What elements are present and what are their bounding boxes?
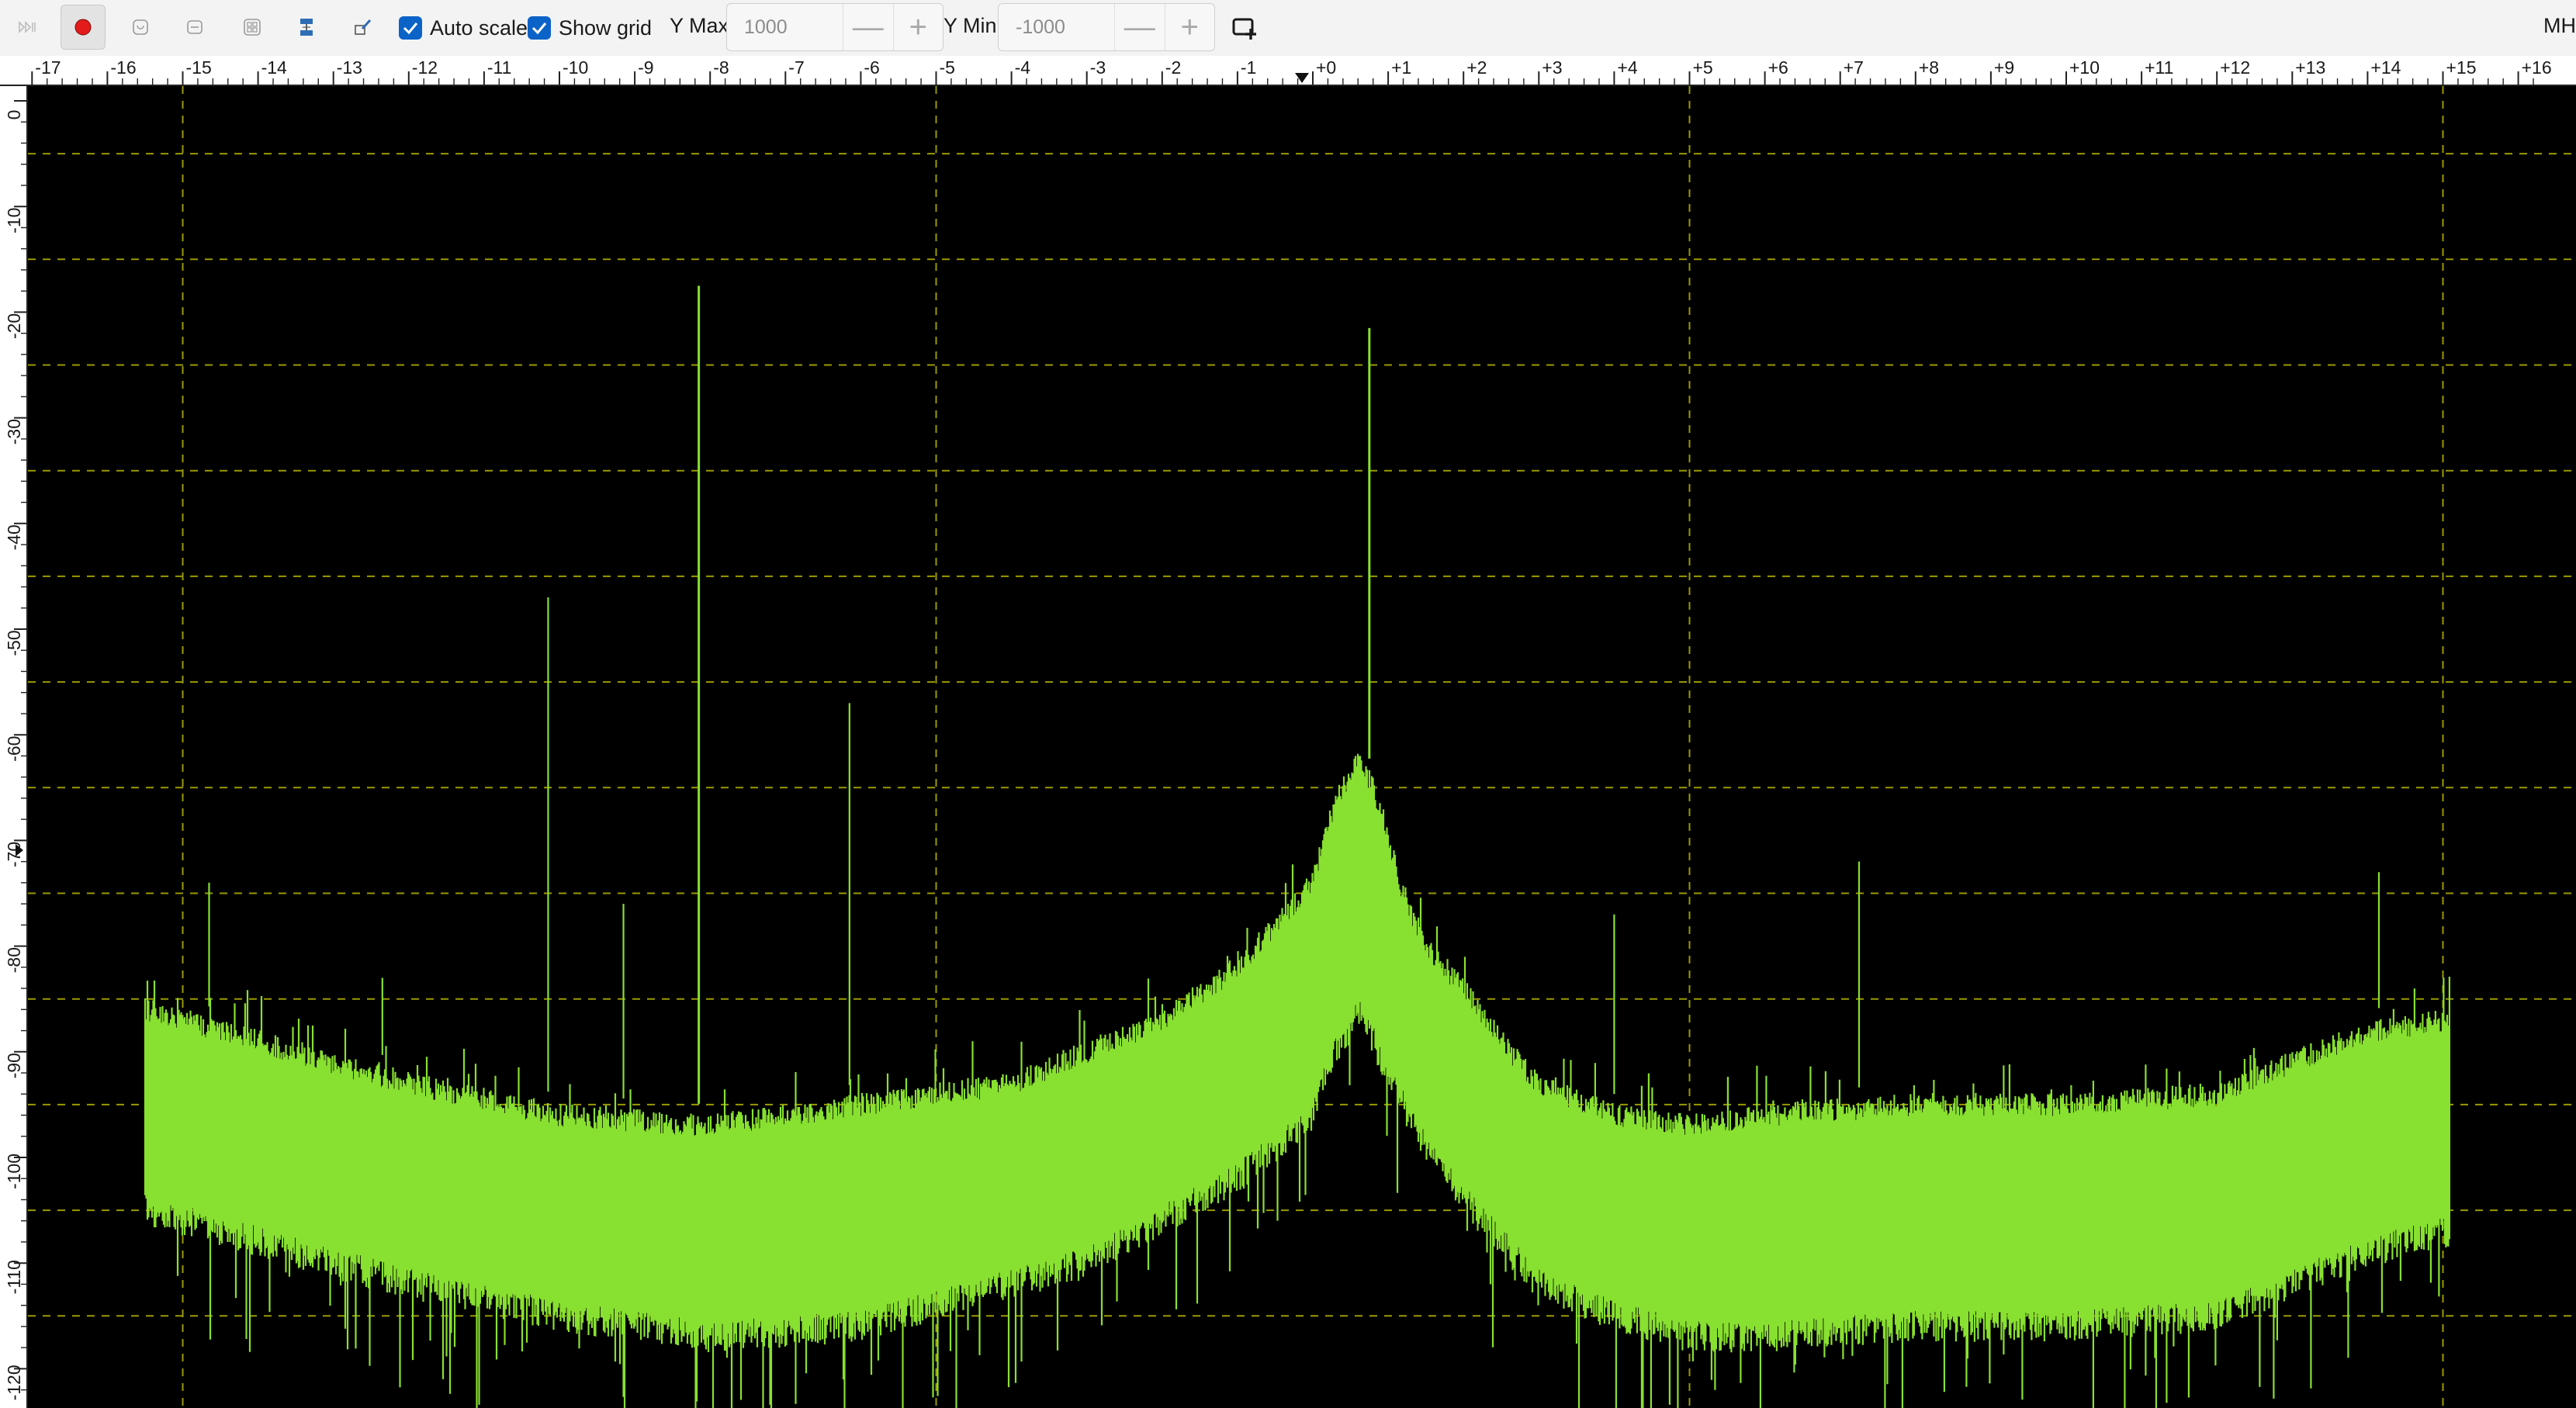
y-max-increment-button[interactable]: + bbox=[892, 4, 943, 50]
x-tick-label: -17 bbox=[35, 57, 61, 78]
x-tick-label: +8 bbox=[1919, 57, 1939, 78]
auto-scale-checkbox[interactable]: Auto scale bbox=[399, 14, 528, 42]
show-grid-label: Show grid bbox=[559, 16, 653, 40]
y-tick-label: -10 bbox=[4, 208, 24, 234]
spectrum-plot[interactable]: -17 -16 -15 -14 -13 -12 -11 -10 -9 -8 -7 -6 -5 -4 -3 -2… bbox=[0, 56, 2576, 1408]
x-tick-label: +1 bbox=[1391, 57, 1411, 78]
y-max-label: Y Max: bbox=[670, 14, 735, 37]
y-max-decrement-button[interactable]: — bbox=[843, 4, 893, 50]
x-tick-label: -10 bbox=[563, 57, 588, 78]
y-tick-label: -100 bbox=[4, 1154, 24, 1189]
record-icon bbox=[74, 19, 92, 36]
x-tick-label: -7 bbox=[788, 57, 804, 78]
y-tick-label: -30 bbox=[4, 419, 24, 445]
toolbar: Auto scale Show grid Y Max: 1000 — + Y M… bbox=[0, 0, 2576, 57]
y-tick-label: -120 bbox=[4, 1365, 24, 1400]
y-tick-label: -110 bbox=[4, 1260, 24, 1294]
minimize-panel-button[interactable] bbox=[172, 5, 217, 50]
x-tick-label: -1 bbox=[1241, 57, 1256, 78]
x-tick-label: -16 bbox=[110, 57, 136, 78]
y-tick-label: -90 bbox=[4, 1053, 24, 1078]
x-tick-label: -14 bbox=[261, 57, 287, 78]
x-tick-label: +5 bbox=[1693, 57, 1713, 78]
x-tick-label: -5 bbox=[940, 57, 955, 78]
edit-window-button[interactable] bbox=[340, 5, 385, 50]
x-tick-label: -13 bbox=[337, 57, 362, 78]
x-tick-label: -8 bbox=[713, 57, 729, 78]
x-tick-label: -9 bbox=[638, 57, 653, 78]
y-max-input[interactable]: 1000 bbox=[727, 4, 843, 50]
x-tick-label: +11 bbox=[2145, 57, 2173, 78]
snapshot-icon bbox=[133, 19, 148, 35]
x-tick-label: -12 bbox=[412, 57, 438, 78]
x-tick-label: +13 bbox=[2295, 57, 2325, 78]
auto-scale-label: Auto scale bbox=[430, 16, 528, 40]
y-tick-label: -20 bbox=[4, 313, 24, 339]
x-tick-label: +3 bbox=[1542, 57, 1562, 78]
y-min-label: Y Min: bbox=[943, 14, 1003, 37]
x-tick-label: +9 bbox=[1994, 57, 2014, 78]
y-tick-label: -60 bbox=[4, 736, 24, 762]
show-grid-checkbox[interactable]: Show grid bbox=[528, 14, 652, 42]
checkmark-icon bbox=[399, 16, 422, 40]
settings-sliders-button[interactable] bbox=[284, 5, 329, 50]
x-tick-label: -2 bbox=[1165, 57, 1181, 78]
x-tick-label: +6 bbox=[1768, 57, 1788, 78]
add-window-icon bbox=[1232, 18, 1256, 40]
x-axis-ruler bbox=[0, 56, 2576, 86]
x-tick-label: +10 bbox=[2069, 57, 2100, 78]
y-tick-label: -50 bbox=[4, 630, 24, 656]
y-tick-label: 0 bbox=[4, 110, 24, 120]
x-tick-label: +4 bbox=[1617, 57, 1637, 78]
play-pause-button[interactable] bbox=[5, 5, 50, 50]
x-tick-label: +7 bbox=[1844, 57, 1864, 78]
minimize-panel-icon bbox=[187, 20, 203, 34]
x-tick-label: -11 bbox=[487, 57, 512, 78]
y-min-increment-button[interactable]: + bbox=[1164, 4, 1215, 50]
snapshot-button[interactable] bbox=[118, 5, 163, 50]
x-tick-label: -3 bbox=[1090, 57, 1106, 78]
y-min-input[interactable]: -1000 bbox=[999, 4, 1115, 50]
y-tick-label: -80 bbox=[4, 947, 24, 973]
x-tick-label: +16 bbox=[2522, 57, 2552, 78]
edit-window-icon bbox=[355, 19, 372, 35]
layout-grid-icon bbox=[244, 19, 261, 36]
x-tick-label: +15 bbox=[2446, 57, 2477, 78]
x-tick-label: -4 bbox=[1015, 57, 1031, 78]
x-tick-label: -15 bbox=[186, 57, 212, 78]
y-tick-label: -70 bbox=[4, 842, 24, 867]
record-button[interactable] bbox=[61, 5, 106, 50]
layout-grid-button[interactable] bbox=[230, 5, 275, 50]
frequency-units-label: MH bbox=[2543, 14, 2576, 37]
sliders-icon bbox=[300, 19, 313, 36]
y-min-spinbox[interactable]: -1000 — + bbox=[998, 3, 1215, 51]
y-min-decrement-button[interactable]: — bbox=[1115, 4, 1165, 50]
x-tick-label: +12 bbox=[2220, 57, 2250, 78]
x-tick-label: -6 bbox=[864, 57, 879, 78]
y-max-spinbox[interactable]: 1000 — + bbox=[726, 3, 943, 51]
x-tick-label: +2 bbox=[1466, 57, 1487, 78]
x-tick-label: +14 bbox=[2370, 57, 2401, 78]
x-tick-label: +0 bbox=[1316, 57, 1336, 78]
y-tick-label: -40 bbox=[4, 524, 24, 550]
checkmark-icon bbox=[528, 16, 551, 40]
play-pause-icon bbox=[19, 21, 36, 33]
add-window-button[interactable] bbox=[1221, 5, 1266, 50]
